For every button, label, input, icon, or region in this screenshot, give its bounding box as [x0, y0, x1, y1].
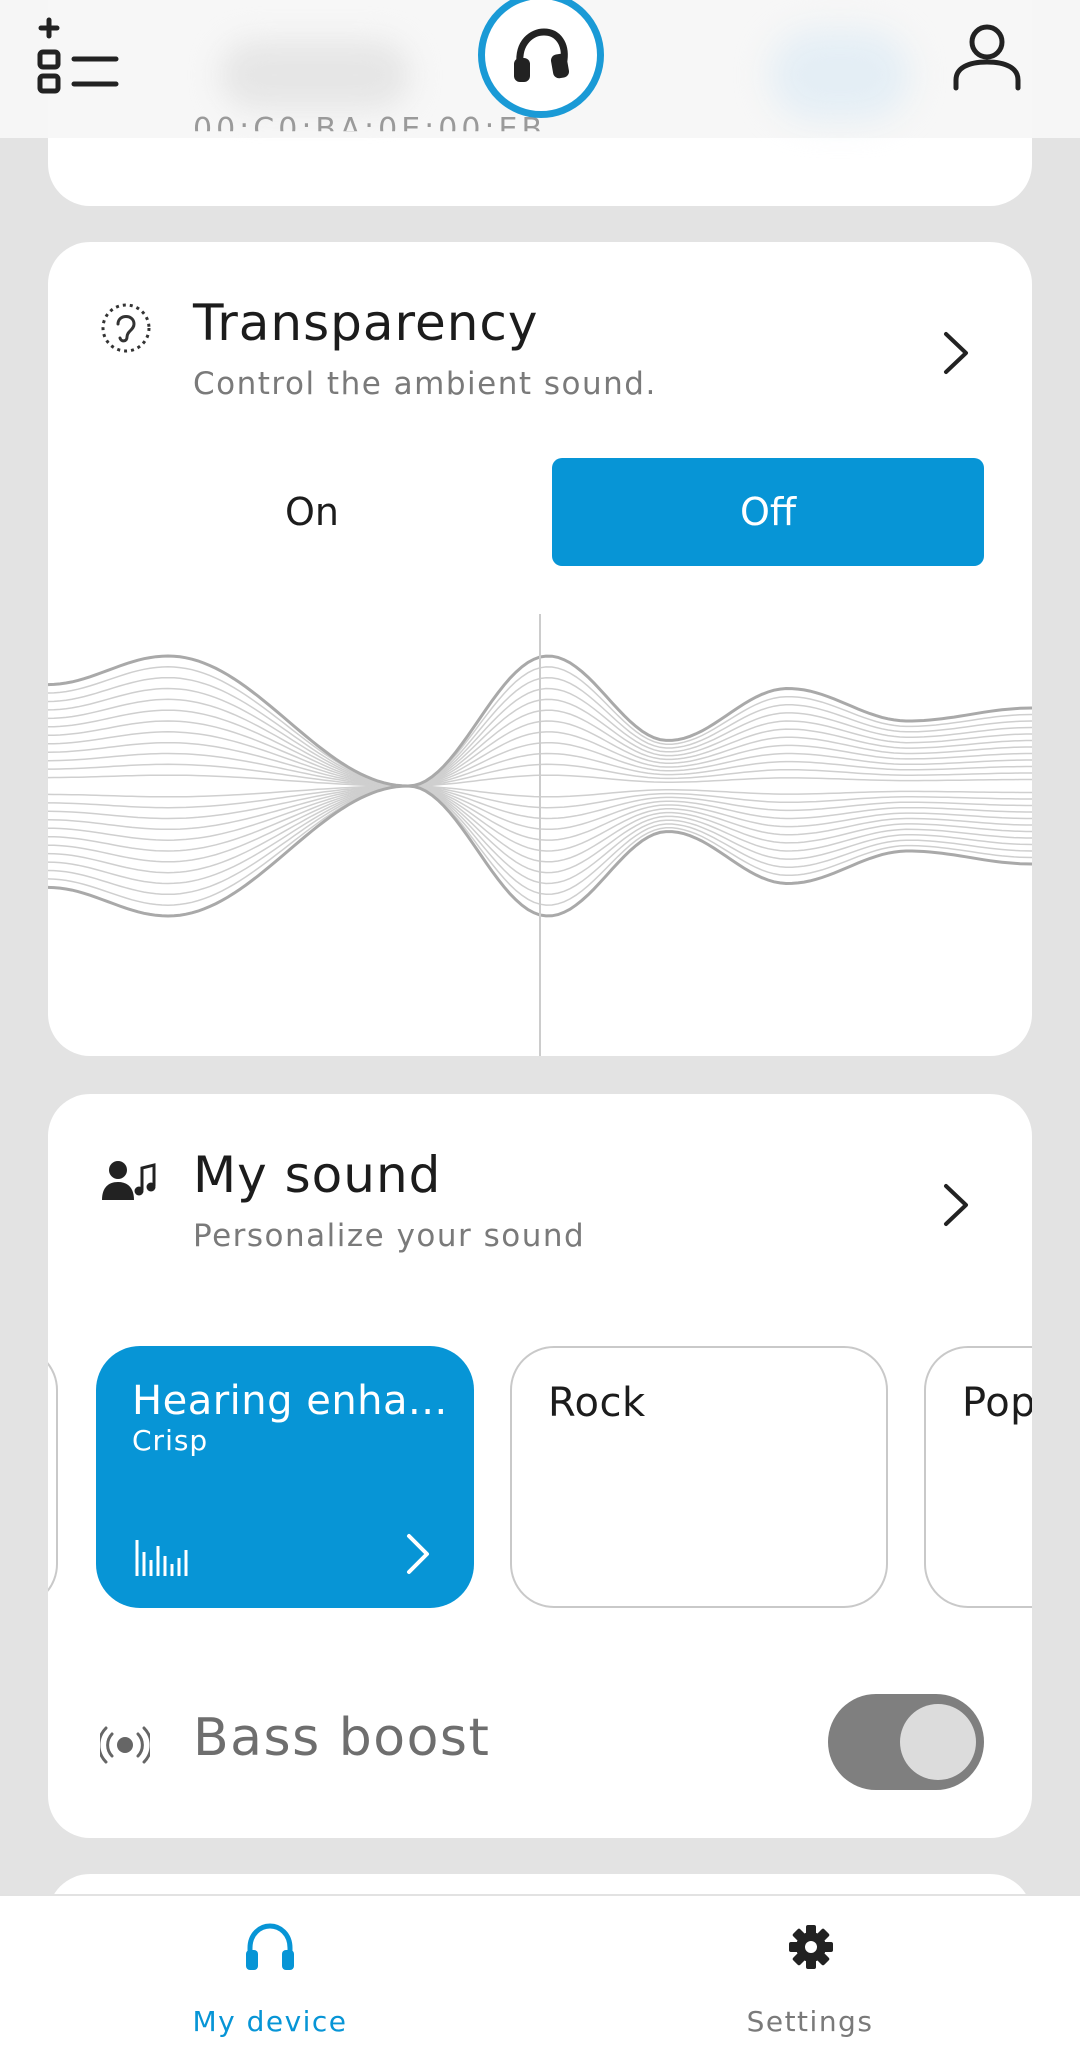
- transparency-off-button[interactable]: Off: [552, 458, 984, 566]
- preset-card-previous[interactable]: [48, 1346, 58, 1608]
- equalizer-icon: [135, 1540, 188, 1576]
- device-list-button[interactable]: [34, 14, 124, 98]
- preset-name: Rock: [548, 1380, 646, 1426]
- sound-wave-graphic: [48, 614, 1032, 1056]
- headphones-icon: [514, 28, 570, 82]
- transparency-on-button[interactable]: On: [96, 458, 528, 566]
- preset-card-pop[interactable]: Pop: [924, 1346, 1032, 1608]
- bass-boost-toggle[interactable]: [828, 1694, 984, 1790]
- preset-name: Pop: [962, 1380, 1032, 1426]
- bass-boost-label: Bass boost: [193, 1708, 491, 1768]
- add-list-icon: [37, 17, 119, 94]
- preset-subtitle: Crisp: [132, 1424, 209, 1457]
- user-icon: [953, 24, 1021, 91]
- nav-settings-label: Settings: [746, 2005, 874, 2038]
- person-music-icon: [102, 1161, 156, 1200]
- nav-my-device-label: My device: [192, 2005, 348, 2038]
- chevron-right-icon[interactable]: [938, 1180, 974, 1230]
- toggle-knob: [900, 1704, 976, 1780]
- chevron-right-icon: [407, 1534, 429, 1574]
- transparency-card: On Off: [48, 242, 1032, 1056]
- headphones-icon: [246, 1923, 294, 1970]
- chevron-right-icon[interactable]: [938, 328, 974, 378]
- preset-card-rock[interactable]: Rock: [510, 1346, 888, 1608]
- transparency-title: Transparency: [193, 294, 539, 352]
- my-sound-subtitle: Personalize your sound: [193, 1218, 586, 1254]
- profile-button[interactable]: [950, 22, 1024, 94]
- ear-icon: [101, 303, 151, 353]
- preset-clip: Pop: [924, 1346, 1032, 1608]
- preset-card-hearing-enhancement[interactable]: Hearing enha... Crisp: [96, 1346, 474, 1608]
- gear-icon: [789, 1925, 833, 1969]
- my-sound-title: My sound: [193, 1146, 442, 1204]
- bass-boost-icon: [100, 1726, 150, 1764]
- transparency-subtitle: Control the ambient sound.: [193, 366, 657, 402]
- preset-name: Hearing enha...: [132, 1378, 448, 1424]
